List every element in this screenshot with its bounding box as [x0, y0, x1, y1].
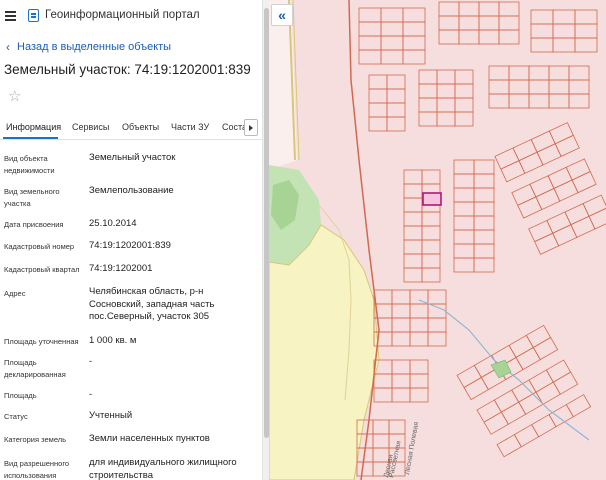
attr-label: Вид объекта недвижимости [4, 154, 55, 175]
attr-value: - [89, 356, 93, 367]
back-link-label: Назад в выделенные объекты [17, 41, 172, 53]
double-chevron-left-icon: « [278, 7, 286, 23]
attr-value: - [89, 389, 93, 400]
tab-bar: Информация Сервисы Объекты Части ЗУ Сост… [0, 116, 262, 140]
attr-label: Площадь [4, 391, 37, 400]
attr-label: Кадастровый номер [4, 242, 75, 251]
tab-parts[interactable]: Части ЗУ [171, 122, 209, 132]
chevron-right-icon[interactable] [244, 119, 258, 136]
attr-value: для индивидуального жилищного строительс… [89, 457, 237, 480]
attr-value: Земли населенных пунктов [89, 433, 210, 444]
top-bar: Геоинформационный портал [0, 0, 262, 32]
info-panel: Геоинформационный портал ‹ Назад в выдел… [0, 0, 262, 480]
attr-label: Площадь декларированная [4, 358, 66, 379]
attr-label: Категория земель [4, 435, 67, 444]
active-tab-indicator [3, 137, 58, 139]
back-link[interactable]: ‹ Назад в выделенные объекты [6, 40, 171, 54]
portal-title: Геоинформационный портал [45, 9, 200, 21]
attr-label: Дата присвоения [4, 220, 64, 229]
attr-label: Площадь уточненная [4, 337, 79, 346]
attr-value: Учтенный [89, 410, 133, 421]
app-window: Геоинформационный портал ‹ Назад в выдел… [0, 0, 606, 480]
tab-objects[interactable]: Объекты [122, 122, 159, 132]
attr-value: Землепользование [89, 185, 174, 196]
attr-value: Земельный участок [89, 152, 176, 163]
attr-value: Челябинская область, р-н Сосновский, зап… [89, 286, 215, 322]
attr-label: Статус [4, 412, 28, 421]
attr-label: Вид разрешенного использования [4, 459, 70, 480]
attr-label: Вид земельного участка [4, 187, 60, 208]
tab-services[interactable]: Сервисы [72, 122, 109, 132]
portal-logo-icon [28, 9, 39, 22]
cadastral-map[interactable]: Лесная Рассветная Лесная Полевая [269, 0, 606, 480]
page-title: Земельный участок: 74:19:1202001:839 [4, 62, 251, 77]
attr-label: Адрес [4, 289, 26, 298]
attr-value: 25.10.2014 [89, 218, 137, 229]
star-icon[interactable]: ☆ [8, 89, 21, 104]
collapse-panel-button[interactable]: « [271, 4, 293, 26]
panel-scrollbar[interactable] [262, 0, 269, 480]
attr-label: Кадастровый квартал [4, 265, 80, 274]
selected-parcel [422, 192, 442, 206]
attr-value: 1 000 кв. м [89, 335, 137, 346]
attr-value: 74:19:1202001:839 [89, 240, 171, 251]
menu-icon[interactable] [5, 11, 16, 21]
attr-value: 74:19:1202001 [89, 263, 153, 274]
map-view[interactable]: Лесная Рассветная Лесная Полевая [269, 0, 606, 480]
chevron-left-icon: ‹ [6, 40, 10, 54]
tab-info[interactable]: Информация [6, 122, 61, 132]
